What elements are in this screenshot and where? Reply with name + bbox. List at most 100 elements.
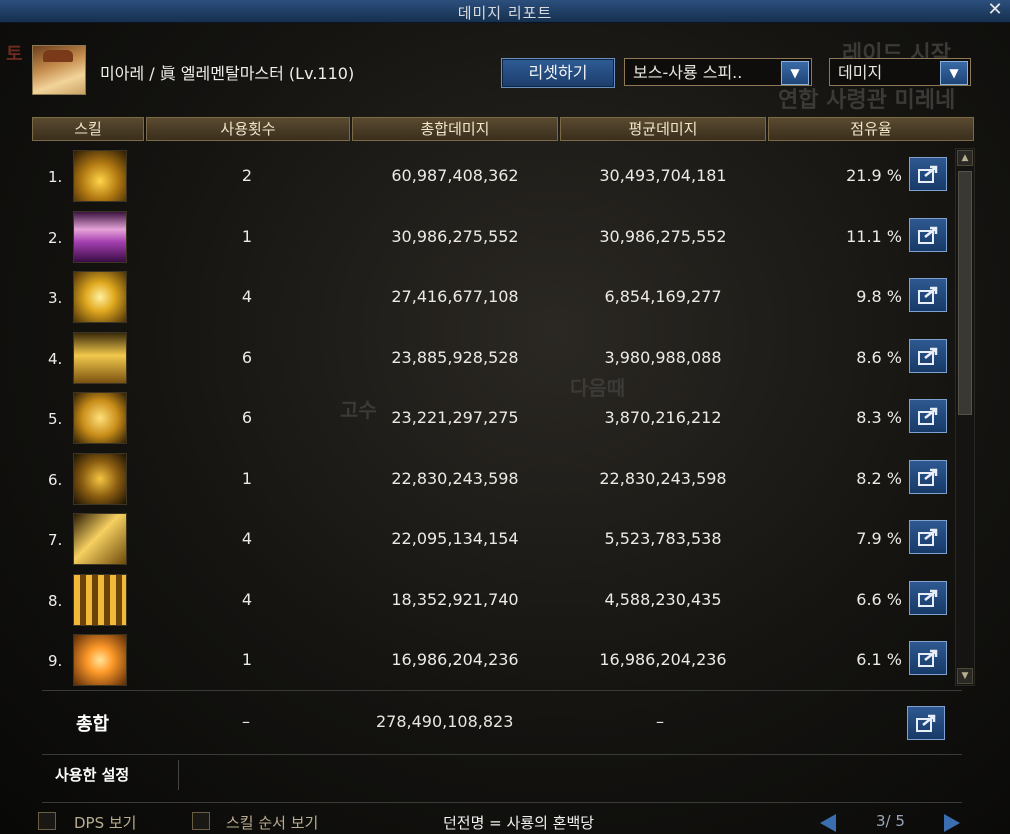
avatar [32,45,86,95]
share-button[interactable] [909,338,947,373]
total-damage-value: 22,830,243,598 [391,468,519,488]
metric-dropdown[interactable]: 데미지 ▼ [829,58,971,86]
share-button[interactable] [909,520,947,554]
reset-button[interactable]: 리셋하기 [501,58,615,88]
background-text: 토 [6,44,23,65]
mode-dropdown[interactable]: 보스-사룡 스피.. ▼ [624,58,812,86]
total-uses: – [242,712,250,731]
average-damage-value: 4,588,230,435 [604,589,722,609]
page-indicator: 3/ 5 [876,812,905,830]
chevron-down-icon[interactable]: ▼ [781,61,809,85]
column-header-average[interactable]: 평균데미지 [560,117,766,141]
dps-checkbox[interactable] [38,812,56,830]
table-row[interactable]: 6. 1 22,830,243,598 22,830,243,598 8.2 % [32,449,952,507]
average-damage-value: 22,830,243,598 [599,468,727,488]
used-settings-separator [178,760,179,790]
next-page-icon[interactable] [944,814,960,832]
table-row[interactable]: 7. 4 22,095,134,154 5,523,783,538 7.9 % [32,509,952,567]
share-icon [918,649,938,667]
scroll-up-icon[interactable]: ▲ [957,150,973,166]
column-header-skill[interactable]: 스킬 [32,117,144,141]
share-value: 8.2 % [856,468,902,488]
column-header-uses[interactable]: 사용횟수 [146,117,350,141]
share-button[interactable] [909,157,947,191]
table-row[interactable]: 4. 6 23,885,928,528 3,980,988,088 8.6 % [32,328,952,386]
uses-value: 6 [241,347,253,367]
table-row[interactable]: 3. 4 27,416,677,108 6,854,169,277 9.8 % [32,267,952,325]
share-icon [918,589,938,607]
total-damage-value: 22,095,134,154 [391,529,519,548]
share-button[interactable] [909,641,947,675]
scroll-down-icon[interactable]: ▼ [957,668,973,684]
total-damage-value: 23,885,928,528 [391,347,519,367]
share-button[interactable] [909,217,947,252]
share-button[interactable] [909,278,947,312]
window-titlebar[interactable]: 데미지 리포트 ✕ [0,0,1010,23]
skill-icon [73,150,127,202]
total-damage-value: 18,352,921,740 [391,589,519,609]
table-row[interactable]: 9. 1 16,986,204,236 16,986,204,236 6.1 % [32,630,952,688]
rank-label: 2. [48,228,63,247]
share-icon [916,714,936,732]
close-icon[interactable]: ✕ [986,1,1004,19]
average-damage-value: 16,986,204,236 [599,650,727,669]
total-damage-value: 23,221,297,275 [391,408,519,427]
rank-label: 5. [48,410,63,428]
share-value: 7.9 % [856,529,902,548]
average-damage-value: 5,523,783,538 [604,529,722,548]
total-label: 총합 [76,714,110,735]
total-damage-value: 16,986,204,236 [391,650,519,669]
share-icon [918,347,938,365]
uses-value: 1 [241,650,253,669]
skill-icon [73,271,127,323]
metric-value: 데미지 [838,63,883,82]
average-damage-value: 3,980,988,088 [604,347,722,367]
divider [42,690,962,691]
total-damage-value: 27,416,677,108 [391,287,519,306]
uses-value: 2 [241,166,253,185]
uses-value: 4 [241,589,253,609]
skill-icon [73,513,127,565]
prev-page-icon[interactable] [820,814,836,832]
rank-label: 1. [48,168,63,186]
skill-icon [73,392,127,444]
share-button[interactable] [909,459,947,494]
rank-label: 9. [48,652,63,670]
skill-order-label: 스킬 순서 보기 [226,814,319,832]
uses-value: 1 [241,468,253,488]
uses-value: 6 [241,408,253,427]
table-row[interactable]: 8. 4 18,352,921,740 4,588,230,435 6.6 % [32,570,952,628]
uses-value: 4 [241,287,253,306]
divider [42,802,962,803]
average-damage-value: 3,870,216,212 [604,408,722,427]
uses-value: 1 [241,226,253,246]
divider [42,754,962,755]
share-icon [918,286,938,304]
skill-icon [73,573,127,626]
skill-icon [73,331,127,384]
rank-label: 6. [48,470,63,489]
total-damage-value: 60,987,408,362 [391,166,519,185]
total-damage: 278,490,108,823 [376,712,514,731]
table-row[interactable]: 2. 1 30,986,275,552 30,986,275,552 11.1 % [32,207,952,265]
share-icon [918,528,938,546]
dungeon-label: 던전명 = 사룡의 혼백당 [443,814,595,832]
skill-order-checkbox[interactable] [192,812,210,830]
rank-label: 4. [48,349,63,368]
share-value: 8.3 % [856,408,902,427]
character-label: 미아레 / 眞 엘레멘탈마스터 (Lv.110) [100,64,355,83]
background-text: 연합 사령관 미레네 [778,88,956,113]
scrollbar[interactable]: ▲ ▼ [955,148,975,686]
share-icon [918,165,938,183]
share-value: 6.1 % [856,650,902,669]
column-header-share[interactable]: 점유율 [768,117,974,141]
scroll-thumb[interactable] [958,171,972,415]
share-button[interactable] [909,399,947,433]
chevron-down-icon[interactable]: ▼ [940,61,968,85]
uses-value: 4 [241,529,253,548]
table-row[interactable]: 1. 2 60,987,408,362 30,493,704,181 21.9 % [32,146,952,204]
share-button[interactable] [909,580,947,615]
table-row[interactable]: 5. 6 23,221,297,275 3,870,216,212 8.3 % [32,388,952,446]
column-header-total[interactable]: 총합데미지 [352,117,558,141]
share-button[interactable] [907,706,945,740]
